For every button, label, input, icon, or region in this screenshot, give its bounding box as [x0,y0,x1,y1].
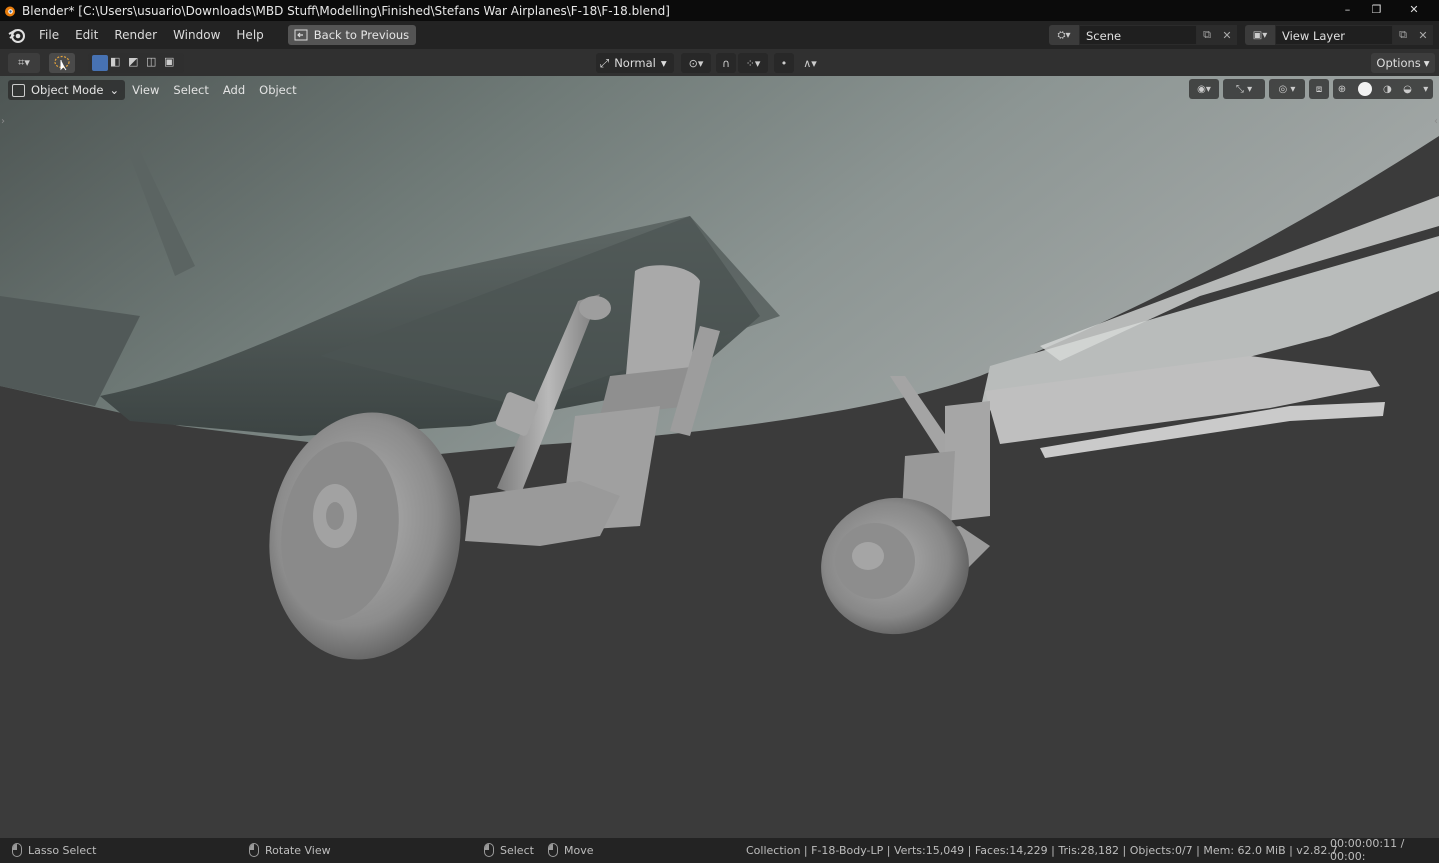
back-to-previous-button[interactable]: Back to Previous [287,25,417,45]
menu-help[interactable]: Help [228,24,271,46]
visibility-dropdown[interactable]: ◉▾ [1189,79,1219,99]
minimize-button[interactable]: – [1335,0,1360,18]
mouse-left-icon [12,843,22,857]
viewport-menu-add[interactable]: Add [216,80,252,100]
selection-mode-group: ◧ ◩ ◫ ▣ [88,53,184,73]
menu-edit[interactable]: Edit [67,24,106,46]
close-button[interactable]: ✕ [1393,0,1435,18]
chevron-down-icon: ⌄ [109,83,120,97]
window-title-bar: Blender* [C:\Users\usuario\Downloads\MBD… [0,0,1439,21]
view-layer-name-field[interactable]: View Layer [1275,25,1393,45]
status-rotate-hint: Rotate View [249,842,331,858]
select-extend-icon[interactable]: ◧ [110,55,126,71]
overlays-dropdown[interactable]: ◎ ▾ [1269,79,1305,99]
snap-element-dropdown[interactable]: ⁘▾ [738,53,768,73]
chevron-down-icon: ▾ [1423,56,1430,70]
status-scene-info: Collection | F-18-Body-LP | Verts:15,049… [746,843,1338,857]
blender-app-icon [5,6,15,16]
pivot-icon: ⊙▾ [688,56,704,70]
object-mode-icon [12,83,25,97]
orientation-icon: ⤢ [600,55,610,70]
menu-render[interactable]: Render [106,24,165,46]
overlays-icon: ◎ ▾ [1278,83,1296,95]
transform-orientation-dropdown[interactable]: ⤢ Normal ▾ [596,53,674,73]
options-label: Options [1376,56,1421,70]
falloff-curve-icon: ∧▾ [803,56,817,70]
viewport-header: Object Mode ⌄ View Select Add Object [8,80,304,100]
scene-icon: ⛭▾ [1057,29,1071,41]
maximize-button[interactable]: ❐ [1364,0,1389,18]
status-lasso-hint: Lasso Select [12,842,97,858]
scene-duplicate-icon[interactable]: ⧉ [1197,25,1217,45]
status-move-label: Move [564,843,594,857]
xray-toggle[interactable]: ⧈ [1309,79,1329,99]
object-mode-label: Object Mode [31,83,104,97]
back-to-previous-label: Back to Previous [313,28,410,42]
viewport-menu-view[interactable]: View [125,80,166,100]
sidebar-expand-icon[interactable]: ‹ [1434,116,1438,127]
editor-type-icon: ⌗▾ [18,56,30,69]
view-layer-icon: ▣▾ [1252,29,1268,41]
scene-remove-icon[interactable]: ✕ [1217,25,1237,45]
select-new-icon[interactable] [92,55,108,71]
chevron-down-icon: ▾ [660,56,667,70]
editor-type-button[interactable]: ⌗▾ [8,53,40,73]
viewport-menu-object[interactable]: Object [252,80,303,100]
status-bar: Lasso Select Rotate View Select Move Col… [0,837,1439,863]
proportional-edit-toggle[interactable]: • [774,53,794,73]
status-select-label: Select [500,843,534,857]
select-intersect-icon[interactable]: ▣ [164,55,180,71]
eye-icon: ◉▾ [1197,83,1211,95]
toolbar-expand-icon[interactable]: › [1,116,5,127]
blender-logo-icon[interactable] [7,25,27,45]
view-layer-duplicate-icon[interactable]: ⧉ [1393,25,1413,45]
mouse-right-icon [548,843,558,857]
scene-selector: ⛭▾ Scene ⧉ ✕ [1049,25,1237,45]
select-subtract-icon[interactable]: ◩ [128,55,144,71]
mouse-middle-icon [249,843,259,857]
rendered-shading-icon[interactable]: ◒ [1403,84,1412,95]
view-layer-browse-button[interactable]: ▣▾ [1245,25,1275,45]
status-rotate-label: Rotate View [265,843,331,857]
status-time: 00:00:00:11 / 00:00: [1330,837,1405,863]
object-mode-dropdown[interactable]: Object Mode ⌄ [8,80,126,100]
viewport-menu-select[interactable]: Select [166,80,215,100]
wireframe-shading-icon[interactable]: ⊕ [1338,84,1346,95]
chevron-down-icon[interactable]: ▾ [1423,84,1428,95]
options-dropdown[interactable]: Options ▾ [1371,53,1435,73]
viewport-shading-controls: ◉▾ ⤡ ▾ ◎ ▾ ⧈ ⊕ ◑ ◒ ▾ [1189,79,1433,99]
pivot-point-dropdown[interactable]: ⊙▾ [681,53,711,73]
scene-browse-button[interactable]: ⛭▾ [1049,25,1079,45]
falloff-dropdown[interactable]: ∧▾ [796,53,824,73]
top-menu-bar: File Edit Render Window Help Back to Pre… [0,21,1439,49]
status-move-hint: Move [548,842,594,858]
gizmo-icon: ⤡ ▾ [1235,83,1253,95]
status-lasso-label: Lasso Select [28,843,97,857]
mouse-left-icon [484,843,494,857]
snap-toggle[interactable]: ∩ [716,53,736,73]
menu-file[interactable]: File [31,24,67,46]
material-shading-icon[interactable]: ◑ [1383,84,1392,95]
orientation-value: Normal [614,56,656,70]
select-tool-button[interactable] [49,53,75,73]
lasso-select-icon [54,55,70,71]
view-layer-remove-icon[interactable]: ✕ [1413,25,1433,45]
view-layer-selector: ▣▾ View Layer ⧉ ✕ [1245,25,1433,45]
tool-header: ⌗▾ ◧ ◩ ◫ ▣ ⤢ Normal ▾ ⊙▾ ∩ ⁘▾ • ∧▾ Optio… [0,49,1439,76]
back-arrow-icon [294,29,308,41]
gizmo-dropdown[interactable]: ⤡ ▾ [1223,79,1265,99]
xray-icon: ⧈ [1315,83,1323,95]
window-title: Blender* [C:\Users\usuario\Downloads\MBD… [22,3,670,18]
menu-window[interactable]: Window [165,24,228,46]
magnet-icon: ∩ [721,56,731,70]
scene-name-field[interactable]: Scene [1079,25,1197,45]
grid-snap-icon: ⁘▾ [745,56,761,70]
select-invert-icon[interactable]: ◫ [146,55,162,71]
3d-viewport[interactable]: Object Mode ⌄ View Select Add Object ◉▾ … [0,76,1439,838]
status-select-hint: Select [484,842,534,858]
shading-mode-group: ⊕ ◑ ◒ ▾ [1333,79,1433,99]
proportional-icon: • [780,56,788,70]
viewport-render [0,76,1439,660]
solid-shading-icon[interactable] [1357,82,1372,96]
